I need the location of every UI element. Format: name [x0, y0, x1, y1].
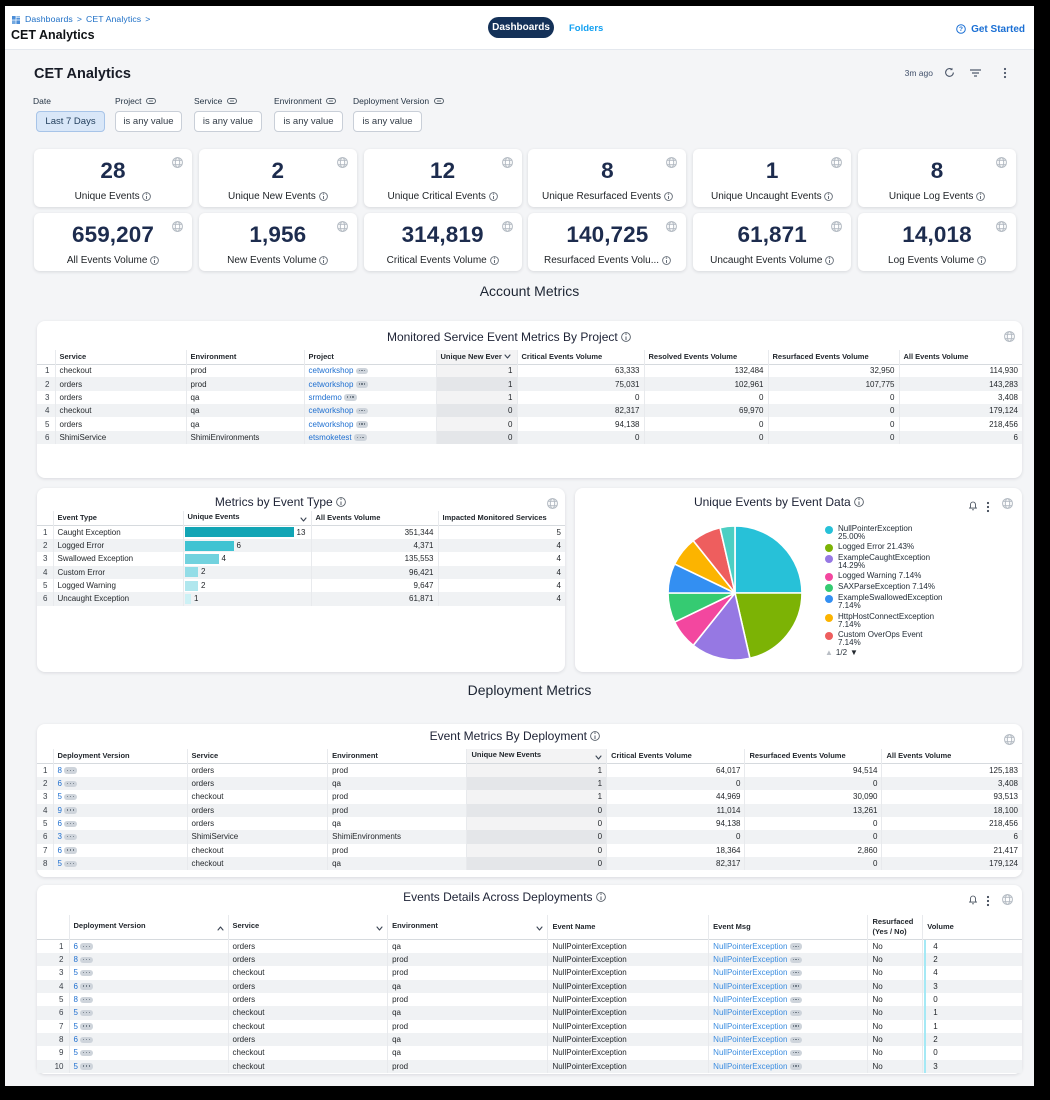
svg-text:?: ?: [959, 26, 963, 33]
